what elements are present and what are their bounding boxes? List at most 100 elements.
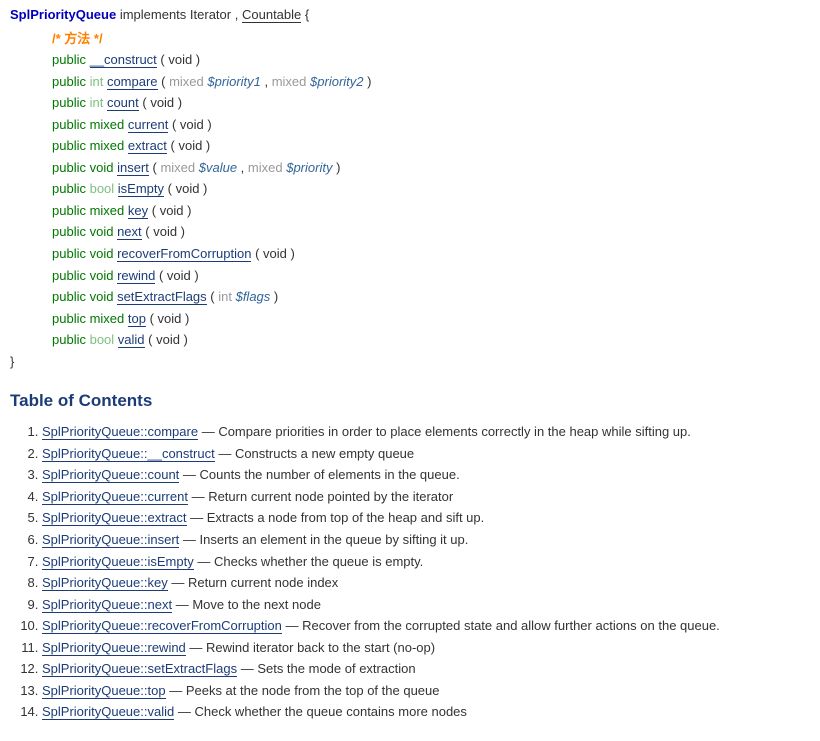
method-name[interactable]: rewind [117, 268, 155, 284]
toc-item: SplPriorityQueue::next — Move to the nex… [42, 596, 810, 614]
method-name[interactable]: current [128, 117, 168, 133]
method-name[interactable]: setExtractFlags [117, 289, 207, 305]
method-params: ( void ) [148, 203, 191, 218]
toc-link[interactable]: SplPriorityQueue::count [42, 467, 179, 483]
method-name[interactable]: next [117, 224, 142, 240]
toc-link[interactable]: SplPriorityQueue::rewind [42, 640, 186, 656]
method-params: ( int $flags ) [207, 289, 279, 304]
toc-desc: Counts the number of elements in the que… [200, 467, 460, 482]
return-type: mixed [90, 203, 125, 218]
method-row: public void rewind ( void ) [52, 267, 810, 285]
method-name[interactable]: top [128, 311, 146, 327]
toc-link[interactable]: SplPriorityQueue::top [42, 683, 166, 699]
toc-link[interactable]: SplPriorityQueue::next [42, 597, 172, 613]
toc-header: Table of Contents [10, 390, 810, 413]
method-params: ( void ) [251, 246, 294, 261]
toc-desc: Constructs a new empty queue [235, 446, 414, 461]
modifier: public [52, 246, 86, 261]
method-name[interactable]: key [128, 203, 148, 219]
return-type: mixed [90, 117, 125, 132]
method-params: ( void ) [157, 52, 200, 67]
toc-link[interactable]: SplPriorityQueue::compare [42, 424, 198, 440]
toc-link[interactable]: SplPriorityQueue::valid [42, 704, 174, 720]
toc-desc: Move to the next node [192, 597, 321, 612]
toc-dash: — [186, 640, 206, 655]
return-type: void [90, 160, 114, 175]
toc-desc: Extracts a node from top of the heap and… [207, 510, 485, 525]
return-type: bool [90, 181, 115, 196]
modifier: public [52, 74, 86, 89]
method-name[interactable]: extract [128, 138, 167, 154]
toc-link[interactable]: SplPriorityQueue::isEmpty [42, 554, 194, 570]
method-params: ( void ) [146, 311, 189, 326]
method-name[interactable]: insert [117, 160, 149, 176]
toc-dash: — [172, 597, 192, 612]
keyword-implements: implements [120, 7, 186, 22]
toc-item: SplPriorityQueue::insert — Inserts an el… [42, 531, 810, 549]
toc-item: SplPriorityQueue::__construct — Construc… [42, 445, 810, 463]
toc-dash: — [174, 704, 194, 719]
toc-desc: Rewind iterator back to the start (no-op… [206, 640, 435, 655]
method-params: ( void ) [164, 181, 207, 196]
return-type: int [90, 74, 104, 89]
modifier: public [52, 181, 86, 196]
toc-dash: — [237, 661, 257, 676]
toc-dash: — [166, 683, 186, 698]
toc-dash: — [188, 489, 208, 504]
toc-item: SplPriorityQueue::valid — Check whether … [42, 703, 810, 721]
method-row: public int count ( void ) [52, 94, 810, 112]
toc-link[interactable]: SplPriorityQueue::setExtractFlags [42, 661, 237, 677]
return-type: mixed [90, 311, 125, 326]
modifier: public [52, 311, 86, 326]
toc-link[interactable]: SplPriorityQueue::__construct [42, 446, 215, 462]
toc-list: SplPriorityQueue::compare — Compare prio… [10, 423, 810, 721]
toc-item: SplPriorityQueue::top — Peeks at the nod… [42, 682, 810, 700]
open-brace: { [305, 7, 309, 22]
method-name[interactable]: __construct [90, 52, 157, 68]
method-row: public bool isEmpty ( void ) [52, 180, 810, 198]
toc-link[interactable]: SplPriorityQueue::insert [42, 532, 179, 548]
modifier: public [52, 203, 86, 218]
method-row: public void next ( void ) [52, 223, 810, 241]
method-params: ( void ) [139, 95, 182, 110]
method-row: public void recoverFromCorruption ( void… [52, 245, 810, 263]
method-row: public int compare ( mixed $priority1 , … [52, 73, 810, 91]
toc-link[interactable]: SplPriorityQueue::recoverFromCorruption [42, 618, 282, 634]
method-name[interactable]: valid [118, 332, 145, 348]
toc-desc: Inserts an element in the queue by sifti… [200, 532, 469, 547]
toc-item: SplPriorityQueue::compare — Compare prio… [42, 423, 810, 441]
modifier: public [52, 138, 86, 153]
return-type: void [90, 268, 114, 283]
toc-item: SplPriorityQueue::key — Return current n… [42, 574, 810, 592]
toc-item: SplPriorityQueue::current — Return curre… [42, 488, 810, 506]
method-name[interactable]: recoverFromCorruption [117, 246, 251, 262]
toc-link[interactable]: SplPriorityQueue::key [42, 575, 168, 591]
method-name[interactable]: compare [107, 74, 158, 90]
toc-link[interactable]: SplPriorityQueue::current [42, 489, 188, 505]
class-header: SplPriorityQueue implements Iterator , C… [10, 6, 810, 24]
method-name[interactable]: isEmpty [118, 181, 164, 197]
methods-block: /* 方法 */ public __construct ( void )publ… [52, 30, 810, 349]
toc-dash: — [198, 424, 218, 439]
return-type: void [90, 289, 114, 304]
toc-dash: — [215, 446, 235, 461]
toc-dash: — [194, 554, 214, 569]
modifier: public [52, 52, 86, 67]
method-name[interactable]: count [107, 95, 139, 111]
method-row: public bool valid ( void ) [52, 331, 810, 349]
return-type: mixed [90, 138, 125, 153]
return-type: bool [90, 332, 115, 347]
toc-item: SplPriorityQueue::recoverFromCorruption … [42, 617, 810, 635]
toc-desc: Check whether the queue contains more no… [194, 704, 466, 719]
class-name: SplPriorityQueue [10, 7, 116, 22]
interface-iterator: Iterator [190, 7, 231, 22]
toc-item: SplPriorityQueue::isEmpty — Checks wheth… [42, 553, 810, 571]
toc-desc: Sets the mode of extraction [257, 661, 415, 676]
toc-dash: — [179, 467, 199, 482]
method-row: public mixed extract ( void ) [52, 137, 810, 155]
class-synopsis: SplPriorityQueue implements Iterator , C… [10, 6, 810, 370]
comma: , [235, 7, 239, 22]
toc-link[interactable]: SplPriorityQueue::extract [42, 510, 187, 526]
interface-countable[interactable]: Countable [242, 7, 301, 23]
method-params: ( void ) [142, 224, 185, 239]
